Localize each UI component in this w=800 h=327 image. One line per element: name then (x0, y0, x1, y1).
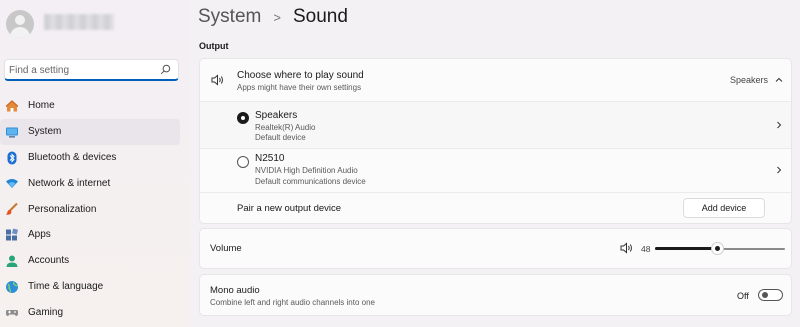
sidebar-item-label: Bluetooth & devices (28, 151, 117, 163)
chevron-right-icon[interactable] (774, 120, 784, 130)
chevron-up-icon[interactable] (774, 75, 784, 85)
speaker-icon[interactable] (620, 242, 633, 254)
device-name: Speakers (255, 110, 298, 121)
device-detail: Realtek(R) Audio (255, 123, 316, 132)
output-device-n2510[interactable]: N2510 NVIDIA High Definition Audio Defau… (200, 149, 791, 192)
choose-output-title: Choose where to play sound (237, 70, 364, 81)
home-icon (5, 100, 19, 112)
device-name: N2510 (255, 153, 285, 164)
avatar-head (15, 15, 25, 25)
slider-fill (655, 247, 717, 250)
device-status: Default communications device (255, 177, 366, 186)
volume-card: Volume 48 (199, 228, 792, 269)
sidebar-item-system[interactable]: System (0, 118, 180, 145)
sidebar-item-label: Home (28, 100, 55, 112)
globe-icon (6, 280, 18, 293)
sidebar-item-accounts[interactable]: Accounts (0, 248, 180, 274)
device-status: Default device (255, 133, 306, 142)
choose-output-subtitle: Apps might have their own settings (237, 83, 362, 92)
output-device-speakers[interactable]: Speakers Realtek(R) Audio Default device (200, 102, 791, 148)
sidebar-item-label: Network & internet (28, 177, 111, 189)
sidebar-item-label: Accounts (28, 255, 70, 267)
user-name-blurred (44, 14, 114, 30)
output-card: Choose where to play sound Apps might ha… (199, 58, 792, 224)
divider (200, 192, 791, 193)
search-input[interactable] (9, 62, 159, 78)
mono-audio-subtitle: Combine left and right audio channels in… (210, 298, 375, 307)
slider-thumb[interactable] (711, 242, 724, 255)
choose-output-row[interactable]: Choose where to play sound Apps might ha… (200, 59, 791, 101)
system-icon (6, 127, 18, 138)
sidebar-item-time-language[interactable]: Time & language (0, 274, 180, 300)
speaker-icon (211, 74, 223, 86)
wifi-icon (6, 179, 18, 189)
volume-slider[interactable] (655, 242, 785, 255)
chevron-right-icon[interactable] (774, 165, 784, 175)
breadcrumb: System > Sound (198, 6, 348, 28)
selected-output-value: Speakers (730, 75, 769, 85)
sidebar-item-label: Gaming (28, 306, 64, 318)
volume-label: Volume (210, 243, 242, 254)
mono-audio-state: Off (737, 291, 749, 301)
avatar-body (10, 27, 30, 38)
bluetooth-icon (7, 151, 17, 165)
sidebar: Home System Bluetooth & devices Network … (0, 0, 190, 327)
volume-value: 48 (641, 244, 651, 254)
radio-selected[interactable] (237, 112, 249, 124)
radio-unselected[interactable] (237, 156, 249, 168)
accounts-icon (6, 255, 18, 267)
pair-device-label: Pair a new output device (237, 203, 342, 214)
sidebar-item-label: Personalization (28, 203, 97, 215)
sidebar-item-personalization[interactable]: Personalization (0, 196, 180, 222)
brush-icon (6, 202, 18, 215)
sidebar-item-bluetooth[interactable]: Bluetooth & devices (0, 145, 180, 171)
sidebar-item-gaming[interactable]: Gaming (0, 299, 180, 325)
sidebar-item-label: Time & language (28, 280, 104, 292)
toggle-knob (762, 292, 768, 298)
sidebar-item-network[interactable]: Network & internet (0, 170, 180, 196)
section-label-output: Output (199, 41, 229, 51)
sidebar-item-home[interactable]: Home (0, 93, 180, 119)
page-title: Sound (292, 6, 348, 27)
mono-audio-toggle[interactable] (758, 289, 783, 301)
apps-icon (6, 228, 19, 241)
breadcrumb-parent[interactable]: System (198, 6, 261, 28)
sidebar-item-apps[interactable]: Apps (0, 222, 180, 248)
avatar[interactable] (6, 10, 34, 38)
search-icon[interactable] (160, 64, 171, 75)
sidebar-nav: Home System Bluetooth & devices Network … (0, 93, 190, 325)
search-box[interactable] (4, 59, 179, 81)
device-detail: NVIDIA High Definition Audio (255, 166, 358, 175)
sidebar-item-label: Apps (28, 229, 51, 241)
sidebar-item-label: System (28, 126, 62, 138)
breadcrumb-separator: > (273, 9, 281, 25)
mono-audio-title: Mono audio (210, 285, 260, 296)
add-device-button[interactable]: Add device (683, 198, 765, 218)
gamepad-icon (5, 310, 19, 317)
mono-audio-card: Mono audio Combine left and right audio … (199, 274, 792, 316)
